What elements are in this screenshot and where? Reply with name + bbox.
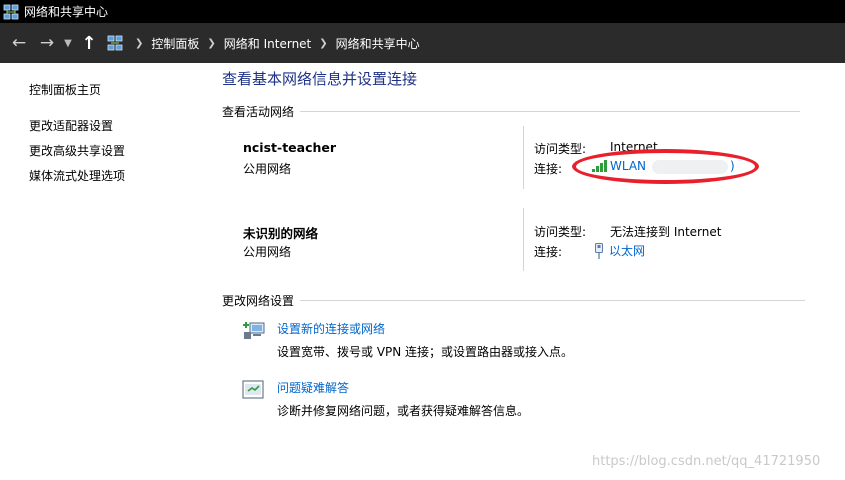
address-bar: ← → ▼ ↑ ❯ 控制面板 ❯ 网络和 Internet ❯ 网络和共享中心 bbox=[0, 23, 845, 63]
ethernet-connection-label[interactable]: 以太网 bbox=[609, 242, 645, 259]
network-type[interactable]: 公用网络 bbox=[243, 160, 291, 177]
breadcrumb: ❯ 控制面板 ❯ 网络和 Internet ❯ 网络和共享中心 bbox=[107, 35, 420, 52]
setup-connection-link[interactable]: 设置新的连接或网络 bbox=[277, 320, 385, 337]
sidebar-item-advanced-sharing[interactable]: 更改高级共享设置 bbox=[29, 142, 125, 159]
sidebar-item-adapter-settings[interactable]: 更改适配器设置 bbox=[29, 117, 113, 134]
page-title: 查看基本网络信息并设置连接 bbox=[222, 70, 418, 88]
sidebar-item-media-streaming[interactable]: 媒体流式处理选项 bbox=[29, 167, 125, 184]
window-title: 网络和共享中心 bbox=[24, 5, 109, 19]
sidebar-item-control-panel-home[interactable]: 控制面板主页 bbox=[29, 81, 101, 98]
active-networks-heading-label: 查看活动网络 bbox=[222, 105, 295, 119]
access-type-label: 访问类型: bbox=[534, 142, 587, 156]
change-settings-heading: 更改网络设置 bbox=[222, 292, 806, 309]
watermark: https://blog.csdn.net/qq_41721950 bbox=[592, 454, 821, 469]
ethernet-icon bbox=[595, 242, 603, 259]
network-center-icon bbox=[3, 4, 19, 19]
chevron-right-icon[interactable]: ❯ bbox=[319, 38, 327, 49]
title-bar: 网络和共享中心 bbox=[0, 0, 845, 23]
forward-arrow-icon[interactable]: → bbox=[33, 29, 61, 57]
up-arrow-icon[interactable]: ↑ bbox=[75, 29, 103, 57]
change-settings-heading-label: 更改网络设置 bbox=[222, 294, 295, 308]
breadcrumb-item-control-panel[interactable]: 控制面板 bbox=[151, 35, 199, 52]
back-arrow-icon[interactable]: ← bbox=[5, 29, 33, 57]
network-type[interactable]: 公用网络 bbox=[243, 243, 291, 260]
network-center-icon bbox=[107, 35, 123, 51]
active-networks-heading: 查看活动网络 bbox=[222, 103, 801, 120]
access-type-value: 无法连接到 Internet bbox=[610, 225, 722, 239]
redacted-text bbox=[652, 160, 728, 174]
chevron-right-icon[interactable]: ❯ bbox=[135, 38, 143, 49]
setup-connection-description: 设置宽带、拨号或 VPN 连接；或设置路由器或接入点。 bbox=[277, 345, 574, 359]
divider bbox=[300, 300, 806, 301]
new-connection-icon bbox=[243, 322, 265, 339]
chevron-down-icon[interactable]: ▼ bbox=[61, 29, 75, 57]
breadcrumb-item-network-center[interactable]: 网络和共享中心 bbox=[336, 35, 420, 52]
connection-label: 连接: bbox=[534, 162, 563, 176]
divider bbox=[523, 208, 524, 271]
breadcrumb-item-network-internet[interactable]: 网络和 Internet bbox=[224, 35, 311, 52]
troubleshoot-link[interactable]: 问题疑难解答 bbox=[277, 379, 349, 396]
divider bbox=[523, 126, 524, 189]
troubleshoot-icon bbox=[242, 380, 264, 399]
network-name: 未识别的网络 bbox=[243, 226, 319, 241]
connection-label: 连接: bbox=[534, 245, 563, 259]
chevron-right-icon[interactable]: ❯ bbox=[207, 38, 215, 49]
network-name: ncist-teacher bbox=[243, 140, 337, 155]
access-type-label: 访问类型: bbox=[534, 225, 587, 239]
sidebar: 控制面板主页 更改适配器设置 更改高级共享设置 媒体流式处理选项 bbox=[0, 63, 210, 480]
ethernet-connection-link[interactable]: 以太网 bbox=[594, 242, 645, 259]
troubleshoot-description: 诊断并修复网络问题，或者获得疑难解答信息。 bbox=[277, 404, 530, 418]
divider bbox=[300, 111, 801, 112]
